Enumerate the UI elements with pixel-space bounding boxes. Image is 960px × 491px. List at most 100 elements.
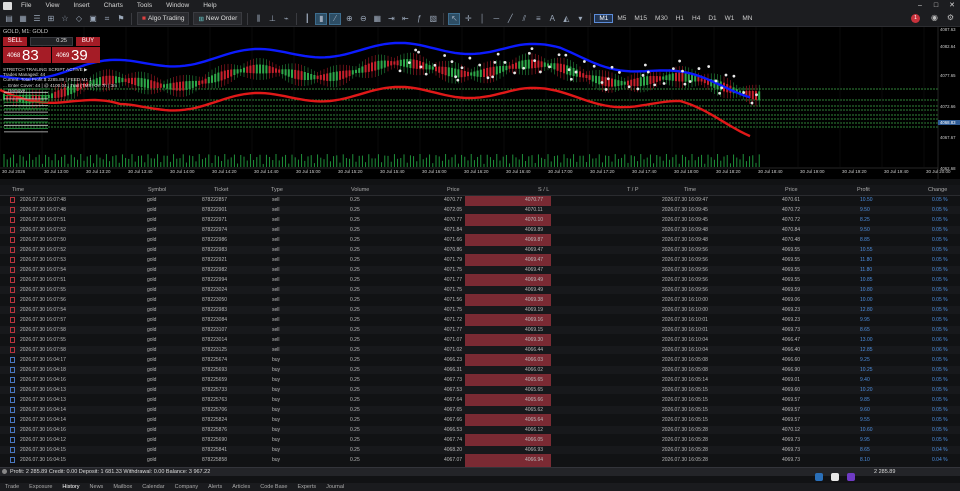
settings-icon[interactable]: ⚙	[947, 13, 954, 22]
table-row[interactable]: 2026.07.30 16:07:58 gold 878223107 sell 0.25…	[0, 326, 960, 335]
col-symbol[interactable]: Symbol	[148, 187, 166, 193]
trendline-icon[interactable]: ╱	[504, 13, 516, 25]
grid-icon[interactable]: ▦	[371, 13, 383, 25]
table-row[interactable]: 2026.07.30 16:07:52 gold 878222974 sell 0.25…	[0, 226, 960, 235]
buy-button[interactable]: BUY	[76, 37, 100, 46]
table-row[interactable]: 2026.07.30 16:04:13 gold 878225733 buy 0.25 4…	[0, 386, 960, 395]
new-chart-icon[interactable]: ▤	[3, 13, 15, 25]
table-row[interactable]: 2026.07.30 16:07:53 gold 878222921 sell 0.25…	[0, 256, 960, 264]
col-sl[interactable]: S / L	[538, 187, 549, 193]
table-row[interactable]: 2026.07.30 16:04:15 gold 878225841 buy 0.25 4…	[0, 446, 960, 455]
col-ticket[interactable]: Ticket	[214, 187, 228, 193]
table-row[interactable]: 2026.07.30 16:07:55 gold 878223014 sell 0.25…	[0, 336, 960, 344]
chart-shift-icon[interactable]: ⇤	[399, 13, 411, 25]
table-row[interactable]: 2026.07.30 16:04:18 gold 878225693 buy 0.25 4…	[0, 366, 960, 375]
timeframe-mn[interactable]: MN	[738, 15, 756, 22]
indicators-icon[interactable]: ƒ	[413, 13, 425, 25]
profiles-icon[interactable]: ▦	[17, 13, 29, 25]
text-icon[interactable]: A	[546, 13, 558, 25]
timeframe-h1[interactable]: H1	[672, 15, 688, 22]
table-row[interactable]: 2026.07.30 16:07:55 gold 878223024 sell 0.25…	[0, 286, 960, 295]
maximize-icon[interactable]: □	[928, 0, 944, 11]
tab-company[interactable]: Company	[170, 484, 204, 490]
table-row[interactable]: 2026.07.30 16:07:50 gold 878222986 sell 0.25…	[0, 236, 960, 244]
menu-tools[interactable]: Tools	[130, 2, 159, 9]
minimize-icon[interactable]: –	[912, 0, 928, 11]
table-row[interactable]: 2026.07.30 16:07:51 gold 878222971 sell 0.25…	[0, 216, 960, 224]
timeframe-h4[interactable]: H4	[688, 15, 704, 22]
sell-button[interactable]: SELL	[3, 37, 27, 46]
col-profit[interactable]: Profit	[857, 187, 870, 193]
menu-window[interactable]: Window	[159, 2, 196, 9]
col-close-price[interactable]: Price	[785, 187, 798, 193]
tab-mailbox[interactable]: Mailbox	[108, 484, 137, 490]
signals-icon[interactable]	[847, 473, 855, 481]
vertical-line-icon[interactable]: │	[476, 13, 488, 25]
table-row[interactable]: 2026.07.30 16:04:14 gold 878225706 buy 0.25 4…	[0, 406, 960, 415]
one-click-trading-icon[interactable]: ⌁	[280, 13, 292, 25]
close-icon[interactable]: ✕	[944, 0, 960, 11]
table-row[interactable]: 2026.07.30 16:07:51 gold 878222994 sell 0.25…	[0, 276, 960, 284]
col-close-time[interactable]: Time	[684, 187, 696, 193]
data-window-icon[interactable]: ⊞	[45, 13, 57, 25]
col-time[interactable]: Time	[12, 187, 24, 193]
menu-help[interactable]: Help	[196, 2, 223, 9]
channel-icon[interactable]: ⫽	[518, 13, 530, 25]
menu-view[interactable]: View	[38, 2, 66, 9]
lot-size-field[interactable]: 0.25	[30, 37, 73, 46]
timeframe-w1[interactable]: W1	[721, 15, 739, 22]
fibonacci-icon[interactable]: ≡	[532, 13, 544, 25]
table-row[interactable]: 2026.07.30 16:04:16 gold 878225876 buy 0.25 4…	[0, 426, 960, 435]
table-row[interactable]: 2026.07.30 16:04:13 gold 878225763 buy 0.25 4…	[0, 396, 960, 404]
cursor-icon[interactable]: ↖	[448, 12, 461, 25]
tab-code-base[interactable]: Code Base	[255, 484, 292, 490]
market-watch-icon[interactable]: ☰	[31, 13, 43, 25]
crosshair-icon[interactable]: ✛	[462, 13, 474, 25]
algo-trading-button[interactable]: ■ Algo Trading	[137, 12, 190, 25]
ide-icon[interactable]: ◇	[73, 13, 85, 25]
terminal-icon[interactable]: ▣	[87, 13, 99, 25]
table-row[interactable]: 2026.07.30 16:04:12 gold 878225690 buy 0.25 4…	[0, 436, 960, 444]
table-row[interactable]: 2026.07.30 16:04:17 gold 878225674 buy 0.25 4…	[0, 356, 960, 364]
table-row[interactable]: 2026.07.30 16:07:57 gold 878223084 sell 0.25…	[0, 316, 960, 324]
signals-icon[interactable]: ⚑	[115, 13, 127, 25]
table-row[interactable]: 2026.07.30 16:04:15 gold 878225858 buy 0.25 4…	[0, 456, 960, 464]
col-tp[interactable]: T / P	[627, 187, 639, 193]
price-chart[interactable]: GOLD, M1: GOLD SELL 0.25 BUY 4068 83 406…	[0, 27, 960, 179]
bar-chart-icon[interactable]: ┃	[301, 13, 313, 25]
menu-file[interactable]: File	[14, 2, 38, 9]
tab-calendar[interactable]: Calendar	[137, 484, 169, 490]
market-icon[interactable]	[831, 473, 839, 481]
line-chart-icon[interactable]: ⁄	[329, 12, 342, 25]
depth-of-market-icon[interactable]: ⫼	[252, 13, 264, 25]
tab-exposure[interactable]: Exposure	[24, 484, 57, 490]
trade-history-icon[interactable]: ⊥	[266, 13, 278, 25]
ask-price[interactable]: 4069 39	[52, 47, 100, 64]
tab-articles[interactable]: Articles	[227, 484, 255, 490]
timeframe-m15[interactable]: M15	[630, 15, 651, 22]
table-row[interactable]: 2026.07.30 16:04:14 gold 878225824 buy 0.25 4…	[0, 416, 960, 424]
candlestick-icon[interactable]: ▮	[315, 12, 328, 25]
tab-alerts[interactable]: Alerts	[203, 484, 227, 490]
table-row[interactable]: 2026.07.30 16:07:48 gold 878222901 sell 0.25…	[0, 206, 960, 215]
col-volume[interactable]: Volume	[351, 187, 369, 193]
shapes-icon[interactable]: ◭	[560, 13, 572, 25]
col-price[interactable]: Price	[447, 187, 460, 193]
timeframe-m30[interactable]: M30	[651, 15, 672, 22]
tab-trade[interactable]: Trade	[0, 484, 24, 490]
tab-experts[interactable]: Experts	[292, 484, 321, 490]
timeframe-d1[interactable]: D1	[704, 15, 720, 22]
strategy-tester-icon[interactable]: ⌗	[101, 13, 113, 25]
account-icon[interactable]: ◉	[931, 13, 938, 22]
navigator-icon[interactable]: ☆	[59, 13, 71, 25]
menu-charts[interactable]: Charts	[97, 2, 130, 9]
table-row[interactable]: 2026.07.30 16:07:52 gold 878222983 sell 0.25…	[0, 246, 960, 255]
tab-news[interactable]: News	[85, 484, 109, 490]
bid-price[interactable]: 4068 83	[3, 47, 51, 64]
objects-icon[interactable]: ▾	[574, 13, 586, 25]
tab-history[interactable]: History	[57, 484, 84, 490]
horizontal-line-icon[interactable]: ─	[490, 13, 502, 25]
table-row[interactable]: 2026.07.30 16:04:16 gold 878225659 buy 0.25 4…	[0, 376, 960, 384]
table-row[interactable]: 2026.07.30 16:07:56 gold 878223050 sell 0.25…	[0, 296, 960, 304]
notification-badge[interactable]: 1	[911, 14, 920, 23]
